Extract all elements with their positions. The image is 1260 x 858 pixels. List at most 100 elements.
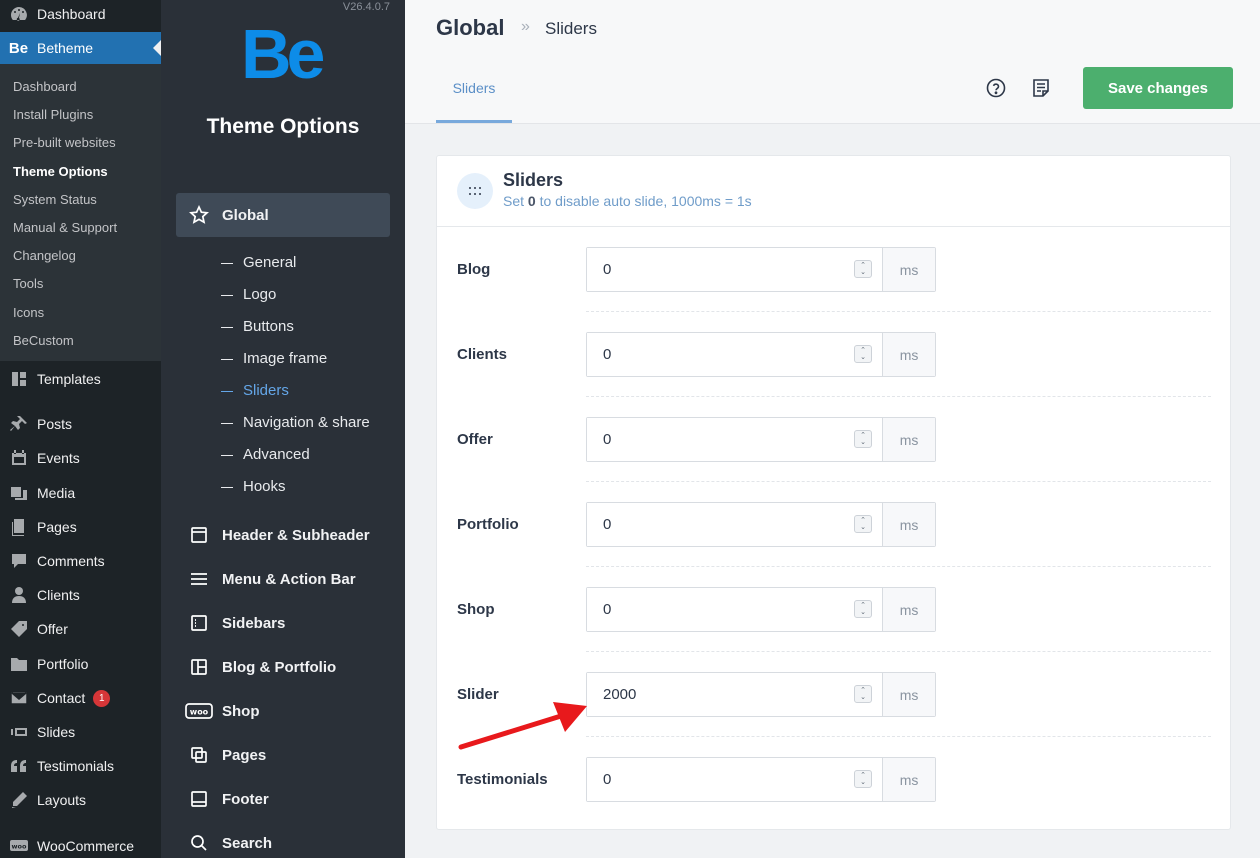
current-caret	[153, 40, 161, 56]
nav-sub-image-frame[interactable]: Image frame	[221, 350, 327, 367]
number-spinner[interactable]: ⌃ ⌄	[854, 770, 872, 788]
wp-menu-media[interactable]: Media	[0, 477, 161, 509]
field-wrapper: ⌃⌄ ms	[586, 502, 936, 547]
nav-footer[interactable]: Footer	[176, 777, 390, 821]
offer-ms-input[interactable]	[587, 418, 883, 461]
tab-sliders[interactable]: Sliders	[436, 68, 512, 123]
unit-label: ms	[882, 333, 935, 376]
nav-sub-buttons[interactable]: Buttons	[221, 318, 294, 335]
wp-menu-woocommerce[interactable]: woo WooCommerce	[0, 830, 161, 858]
number-spinner[interactable]: ⌃ ⌄	[854, 345, 872, 363]
nav-sub-hooks[interactable]: Hooks	[221, 478, 286, 495]
wp-menu-label: Slides	[37, 724, 76, 740]
nav-shop[interactable]: woo Shop	[176, 689, 390, 733]
wp-sub-dashboard[interactable]: Dashboard	[13, 79, 77, 94]
unit-label: ms	[882, 503, 935, 546]
wp-menu-comments[interactable]: Comments	[0, 545, 161, 577]
nav-search[interactable]: Search	[176, 821, 390, 858]
wp-menu-slides[interactable]: Slides	[0, 716, 161, 748]
nav-header-subheader[interactable]: Header & Subheader	[176, 513, 390, 557]
nav-sub-sliders[interactable]: Sliders	[221, 382, 289, 399]
nav-sub-navigation-share[interactable]: Navigation & share	[221, 414, 370, 431]
unit-label: ms	[882, 673, 935, 716]
wp-sub-becustom[interactable]: BeCustom	[13, 333, 74, 348]
svg-text:Be: Be	[241, 22, 324, 84]
clients-ms-input[interactable]	[587, 333, 883, 376]
field-wrapper: ⌃⌄ ms	[586, 587, 936, 632]
betheme-logo: Be	[241, 22, 325, 84]
nav-sub-general[interactable]: General	[221, 254, 296, 271]
slides-icon	[0, 722, 37, 742]
nav-blog-portfolio[interactable]: Blog & Portfolio	[176, 645, 390, 689]
number-spinner[interactable]: ⌃ ⌄	[854, 515, 872, 533]
wp-menu-betheme[interactable]: Be Betheme	[0, 32, 161, 64]
annotation-arrow-icon	[458, 702, 587, 750]
wp-menu-templates[interactable]: Templates	[0, 363, 161, 395]
wp-sub-theme-options[interactable]: Theme Options	[13, 164, 108, 179]
testimonials-ms-input[interactable]	[587, 758, 883, 801]
nav-sub-advanced[interactable]: Advanced	[221, 446, 310, 463]
notification-badge: 1	[93, 689, 111, 707]
wp-sub-system-status[interactable]: System Status	[13, 192, 97, 207]
menu-icon	[176, 569, 222, 589]
nav-label: Pages	[222, 746, 267, 764]
nav-menu-action-bar[interactable]: Menu & Action Bar	[176, 557, 390, 601]
wp-menu-dashboard[interactable]: Dashboard	[0, 0, 161, 30]
number-spinner[interactable]: ⌃ ⌄	[854, 600, 872, 618]
nav-label: Menu & Action Bar	[222, 570, 356, 588]
nav-global[interactable]: Global	[176, 193, 390, 237]
number-spinner[interactable]: ⌃ ⌄	[854, 430, 872, 448]
wp-menu-portfolio[interactable]: Portfolio	[0, 648, 161, 680]
nav-label: Sidebars	[222, 614, 286, 632]
field-label: Portfolio	[457, 516, 519, 533]
top-bar: Global » Sliders Sliders Save changes	[405, 0, 1260, 124]
wp-sub-changelog[interactable]: Changelog	[13, 248, 76, 263]
wp-menu-label: Templates	[37, 371, 101, 387]
wp-menu-label: Posts	[37, 416, 73, 432]
sidebar-icon	[176, 613, 222, 633]
wp-sub-install-plugins[interactable]: Install Plugins	[13, 107, 93, 122]
dashboard-icon	[0, 4, 37, 24]
wp-menu-label: Layouts	[37, 792, 87, 808]
wp-menu-events[interactable]: Events	[0, 442, 161, 474]
wp-sub-prebuilt-websites[interactable]: Pre-built websites	[13, 135, 116, 150]
wp-sub-icons[interactable]: Icons	[13, 305, 44, 320]
wp-menu-pages[interactable]: Pages	[0, 511, 161, 543]
wp-menu-offer[interactable]: Offer	[0, 613, 161, 645]
nav-sub-logo[interactable]: Logo	[221, 286, 276, 303]
wp-menu-clients[interactable]: Clients	[0, 579, 161, 611]
pin-icon	[0, 414, 37, 434]
wp-menu-label: Betheme	[37, 40, 94, 56]
wp-menu-posts[interactable]: Posts	[0, 408, 161, 440]
templates-icon	[0, 369, 37, 389]
wp-sub-tools[interactable]: Tools	[13, 276, 43, 291]
blog-ms-input[interactable]	[587, 248, 883, 291]
card-description: Set 0 to disable auto slide, 1000ms = 1s	[503, 193, 752, 209]
wp-menu-contact[interactable]: Contact 1	[0, 682, 161, 714]
nav-label: Global	[222, 206, 269, 224]
calendar-icon	[0, 448, 37, 468]
nav-pages[interactable]: Pages	[176, 733, 390, 777]
wp-menu-layouts[interactable]: Layouts	[0, 784, 161, 816]
help-icon[interactable]	[985, 77, 1007, 99]
slider-ms-input[interactable]	[587, 673, 883, 716]
svg-text:woo: woo	[11, 843, 26, 851]
field-wrapper: ⌃⌄ ms	[586, 332, 936, 377]
portfolio-ms-input[interactable]	[587, 503, 883, 546]
number-spinner[interactable]: ⌃ ⌄	[854, 685, 872, 703]
search-icon	[176, 833, 222, 853]
breadcrumb-global[interactable]: Global	[436, 15, 504, 41]
save-changes-button[interactable]: Save changes	[1083, 67, 1233, 109]
wp-sub-manual-support[interactable]: Manual & Support	[13, 220, 117, 235]
field-wrapper: ⌃⌄ ms	[586, 672, 936, 717]
nav-sidebars[interactable]: Sidebars	[176, 601, 390, 645]
theme-options-title: Theme Options	[206, 115, 360, 138]
row-shop: Shop ⌃⌄ ms	[437, 567, 1230, 652]
shop-ms-input[interactable]	[587, 588, 883, 631]
theme-options-nav: V26.4.0.7 Be Theme Options Global Genera…	[161, 0, 405, 858]
quote-icon	[0, 756, 37, 776]
notes-icon[interactable]	[1030, 77, 1052, 99]
field-label: Offer	[457, 431, 493, 448]
number-spinner[interactable]: ⌃ ⌄	[854, 260, 872, 278]
wp-menu-testimonials[interactable]: Testimonials	[0, 750, 161, 782]
